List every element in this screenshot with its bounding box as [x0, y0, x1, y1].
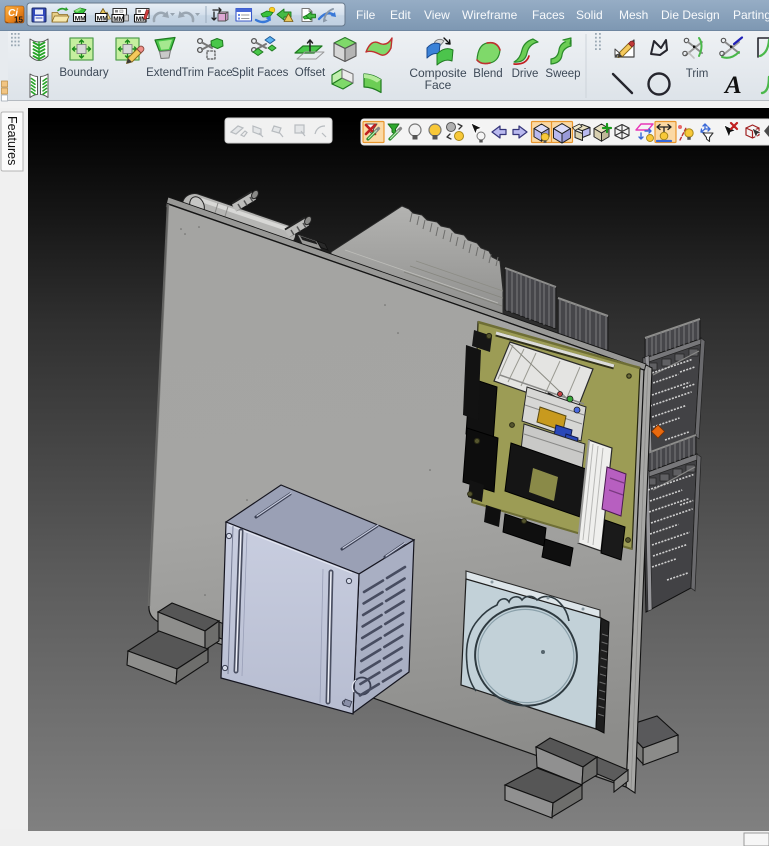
- svg-text:View: View: [424, 8, 450, 22]
- svg-text:Faces: Faces: [532, 8, 565, 22]
- svg-text:Blend: Blend: [473, 68, 502, 80]
- svg-text:MM: MM: [75, 15, 86, 22]
- svg-text:Solid: Solid: [576, 8, 603, 22]
- svg-text:Features: Features: [5, 116, 19, 165]
- svg-text:Boundary: Boundary: [59, 67, 108, 79]
- svg-text:Extend: Extend: [146, 67, 182, 79]
- svg-text:File: File: [356, 8, 376, 22]
- svg-text:Drive: Drive: [512, 68, 539, 80]
- svg-text:Die Design: Die Design: [661, 8, 720, 22]
- svg-text:Wireframe: Wireframe: [462, 8, 518, 22]
- svg-text:Offset: Offset: [295, 67, 326, 79]
- svg-text:15: 15: [14, 16, 23, 25]
- svg-text:MM: MM: [113, 16, 124, 23]
- svg-text:Sweep: Sweep: [545, 68, 580, 80]
- svg-text:Face: Face: [425, 78, 452, 92]
- svg-text:MM: MM: [97, 15, 108, 22]
- svg-text:Trim: Trim: [686, 68, 709, 80]
- svg-text:A: A: [723, 72, 742, 99]
- svg-text:Edit: Edit: [390, 8, 411, 22]
- svg-text:Parting: Parting: [733, 8, 769, 22]
- svg-text:Split Faces: Split Faces: [232, 67, 289, 79]
- svg-text:Trim Face: Trim Face: [181, 67, 232, 79]
- svg-text:Mesh: Mesh: [619, 8, 648, 22]
